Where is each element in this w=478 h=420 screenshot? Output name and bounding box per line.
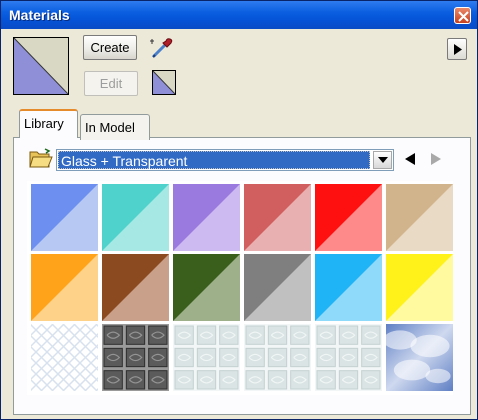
material-swatch-graphic [315, 184, 382, 251]
material-swatch-graphic [31, 324, 98, 391]
material-swatch-graphic [31, 254, 98, 321]
material-swatch[interactable] [102, 254, 169, 321]
create-button[interactable]: Create [83, 35, 137, 60]
close-button[interactable] [454, 7, 471, 24]
edit-button[interactable]: Edit [84, 71, 138, 96]
material-swatch[interactable] [31, 254, 98, 321]
tab-in-model[interactable]: In Model [80, 114, 150, 140]
back-button[interactable] [403, 153, 415, 168]
material-swatch-graphic [386, 324, 453, 391]
sample-paint-button[interactable] [149, 35, 175, 61]
material-swatch-graphic [244, 254, 311, 321]
eyedropper-icon [150, 38, 173, 58]
material-swatch[interactable] [386, 254, 453, 321]
details-button[interactable] [447, 38, 467, 60]
material-swatch[interactable] [315, 184, 382, 251]
material-swatch-graphic [315, 254, 382, 321]
material-swatch[interactable] [315, 324, 382, 391]
material-swatch-graphic [31, 184, 98, 251]
default-material-swatch[interactable] [152, 70, 176, 95]
material-swatch[interactable] [244, 324, 311, 391]
material-swatch[interactable] [31, 324, 98, 391]
triangle-right-icon [454, 44, 462, 55]
material-swatch-graphic [315, 324, 382, 391]
material-swatch-graphic [173, 254, 240, 321]
back-arrow-icon [405, 153, 415, 165]
material-swatch-graphic [173, 184, 240, 251]
title-bar[interactable]: Materials [1, 1, 477, 29]
chevron-down-icon [378, 157, 388, 163]
forward-button[interactable] [431, 153, 443, 168]
close-icon [458, 11, 469, 22]
material-swatch[interactable] [173, 324, 240, 391]
collection-select-value: Glass + Transparent [58, 151, 370, 169]
material-swatch[interactable] [315, 254, 382, 321]
current-material-preview[interactable] [13, 37, 69, 95]
preview-swatch [14, 38, 68, 94]
materials-grid-area [27, 181, 453, 395]
material-swatch[interactable] [173, 254, 240, 321]
material-swatch-graphic [102, 254, 169, 321]
material-swatch[interactable] [102, 184, 169, 251]
small-swatch-graphic [153, 71, 175, 94]
window-title: Materials [9, 7, 70, 23]
material-swatch[interactable] [102, 324, 169, 391]
forward-arrow-icon [431, 153, 441, 165]
material-swatch[interactable] [173, 184, 240, 251]
material-swatch-graphic [173, 324, 240, 391]
select-dropdown-button[interactable] [373, 151, 392, 169]
material-swatch[interactable] [386, 324, 453, 391]
material-swatch[interactable] [244, 184, 311, 251]
material-swatch-graphic [244, 184, 311, 251]
material-swatch[interactable] [244, 254, 311, 321]
collection-select[interactable]: Glass + Transparent [56, 149, 394, 171]
tab-library[interactable]: Library [19, 109, 78, 138]
material-swatch-graphic [102, 324, 169, 391]
material-swatch-graphic [386, 184, 453, 251]
material-swatch[interactable] [386, 184, 453, 251]
material-swatch[interactable] [31, 184, 98, 251]
material-swatch-graphic [244, 324, 311, 391]
materials-window: Materials Create Edit Library In Model G… [0, 0, 478, 420]
material-swatch-graphic [102, 184, 169, 251]
material-swatch-graphic [386, 254, 453, 321]
open-folder-icon[interactable] [29, 148, 53, 170]
materials-grid [31, 184, 453, 391]
